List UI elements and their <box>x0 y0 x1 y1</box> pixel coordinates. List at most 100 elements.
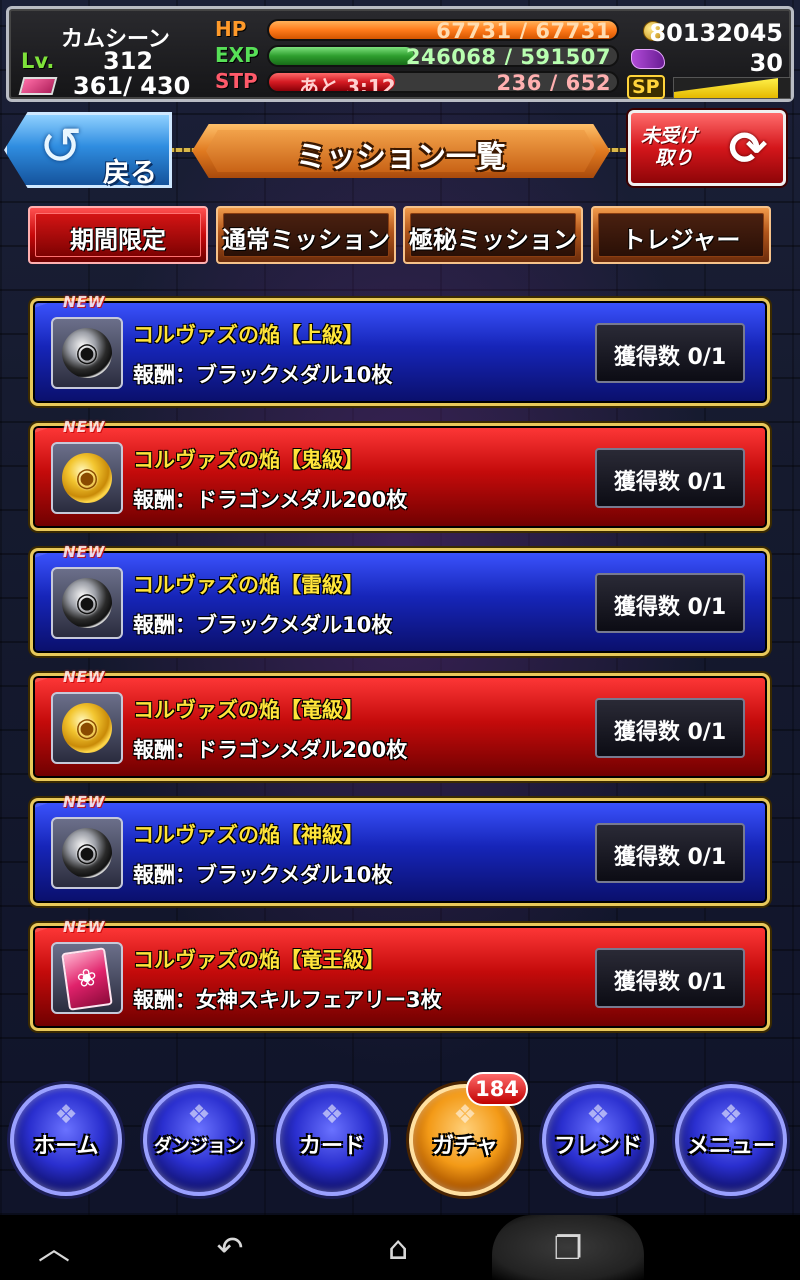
reward-icon-frame: ◉ <box>51 817 123 889</box>
tab-normal-label: 通常ミッション <box>222 226 390 254</box>
recent-apps-icon[interactable]: ❐ <box>538 1225 598 1271</box>
emblem-icon: ❖ <box>719 1100 743 1130</box>
hp-text: 67731 / 67731 <box>436 19 611 41</box>
mission-reward: 報酬：女神スキルフェアリー3枚 <box>133 988 442 1012</box>
dungeon-menu-button[interactable]: ❖ ダンジョン <box>143 1084 255 1196</box>
mission-count-box: 獲得数 0/1 <box>595 573 745 633</box>
new-badge: NEW <box>63 668 106 686</box>
android-navigation-bar: ︿ ↶ ⌂ ❐ <box>0 1215 800 1280</box>
mission-count-box: 獲得数 0/1 <box>595 448 745 508</box>
reward-icon-frame: ◉ <box>51 442 123 514</box>
mission-tabs: 期間限定 通常ミッション 極秘ミッション トレジャー <box>28 206 774 264</box>
card-menu-button[interactable]: ❖ カード <box>276 1084 388 1196</box>
player-status-panel: カムシーン Lv. 312 361/ 430 HP 67731 / 67731 … <box>6 6 794 102</box>
receive-all-label: 未受け 取り <box>641 125 717 169</box>
tab-limited[interactable]: 期間限定 <box>28 206 208 264</box>
reward-icon-frame: ◉ <box>51 692 123 764</box>
emblem-icon: ❖ <box>54 1100 78 1130</box>
level-label: Lv. <box>21 49 55 73</box>
sp-bar <box>673 77 791 99</box>
black-medal-icon: ◉ <box>62 328 112 378</box>
tab-treasure[interactable]: トレジャー <box>591 206 771 264</box>
reward-icon-frame: ❀ <box>51 942 123 1014</box>
new-badge: NEW <box>63 543 106 561</box>
coin-count: 80132045 <box>649 19 783 47</box>
receive-all-label-line2: 取り <box>655 147 694 169</box>
tab-secret-label: 極秘ミッション <box>409 226 577 254</box>
mission-count: 獲得数 0/1 <box>613 720 727 745</box>
ship-count: 30 <box>749 49 783 77</box>
back-button[interactable]: ↺ 戻る <box>4 112 172 188</box>
mission-item[interactable]: NEW ◉ コルヴァズの焔【雷級】 報酬：ブラックメダル10枚 獲得数 0/1 <box>30 543 770 656</box>
mission-count-box: 獲得数 0/1 <box>595 823 745 883</box>
receive-all-button[interactable]: 未受け 取り ⟳ <box>628 110 786 186</box>
tab-treasure-label: トレジャー <box>621 226 741 254</box>
mission-item[interactable]: NEW ◉ コルヴァズの焔【鬼級】 報酬：ドラゴンメダル200枚 獲得数 0/1 <box>30 418 770 531</box>
mission-count: 獲得数 0/1 <box>613 595 727 620</box>
emblem-icon: ❖ <box>187 1100 211 1130</box>
mission-reward: 報酬：ブラックメダル10枚 <box>133 613 393 637</box>
new-badge: NEW <box>63 418 106 436</box>
mission-reward: 報酬：ブラックメダル10枚 <box>133 363 393 387</box>
gacha-menu-label: ガチャ <box>432 1134 498 1159</box>
friend-menu-button[interactable]: ❖ フレンド <box>542 1084 654 1196</box>
level-value: 312 <box>103 47 154 75</box>
page-title: ミッション一覧 <box>296 140 506 175</box>
new-badge: NEW <box>63 793 106 811</box>
mission-title: コルヴァズの焔【竜級】 <box>133 698 364 722</box>
exp-bar: 246068 / 591507 <box>267 45 619 67</box>
gacha-count-badge: 184 <box>466 1072 528 1106</box>
mission-count-box: 獲得数 0/1 <box>595 698 745 758</box>
sp-bar-fill <box>674 78 779 98</box>
exp-text: 246068 / 591507 <box>405 45 611 67</box>
stp-timer: あと 3:12 <box>299 75 396 93</box>
mission-item[interactable]: NEW ◉ コルヴァズの焔【上級】 報酬：ブラックメダル10枚 獲得数 0/1 <box>30 293 770 406</box>
stone-count: 361/ 430 <box>73 72 191 100</box>
home-menu-button[interactable]: ❖ ホーム <box>10 1084 122 1196</box>
tab-limited-label: 期間限定 <box>70 226 166 254</box>
back-icon[interactable]: ↶ <box>200 1225 260 1271</box>
hp-label: HP <box>215 17 247 41</box>
black-medal-icon: ◉ <box>62 828 112 878</box>
new-badge: NEW <box>63 293 106 311</box>
mission-reward: 報酬：ブラックメダル10枚 <box>133 863 393 887</box>
home-icon[interactable]: ⌂ <box>368 1225 428 1271</box>
emblem-icon: ❖ <box>320 1100 344 1130</box>
black-medal-icon: ◉ <box>62 578 112 628</box>
bottom-menu: 184 ❖ ホーム ❖ ダンジョン ❖ カード ❖ ガチャ ❖ フレンド ❖ メ… <box>0 1062 800 1212</box>
mission-count-box: 獲得数 0/1 <box>595 948 745 1008</box>
reward-icon-frame: ◉ <box>51 317 123 389</box>
fairy-card-icon: ❀ <box>61 947 113 1011</box>
reward-icon-frame: ◉ <box>51 567 123 639</box>
mission-count: 獲得数 0/1 <box>613 970 727 995</box>
exp-label: EXP <box>215 43 259 67</box>
mission-count: 獲得数 0/1 <box>613 345 727 370</box>
mission-count: 獲得数 0/1 <box>613 845 727 870</box>
refresh-icon: ⟳ <box>728 121 768 175</box>
mission-title: コルヴァズの焔【神級】 <box>133 823 364 847</box>
dungeon-menu-label: ダンジョン <box>154 1136 244 1157</box>
ship-icon <box>631 49 665 69</box>
dragon-medal-icon: ◉ <box>62 453 112 503</box>
back-button-label: 戻る <box>103 158 157 189</box>
mission-title: コルヴァズの焔【上級】 <box>133 323 364 347</box>
chevron-up-icon[interactable]: ︿ <box>24 1225 84 1271</box>
back-arrow-icon: ↺ <box>39 117 83 177</box>
tab-normal[interactable]: 通常ミッション <box>216 206 396 264</box>
stp-text: 236 / 652 <box>496 71 611 93</box>
new-badge: NEW <box>63 918 106 936</box>
exp-bar-fill <box>269 47 414 65</box>
mission-item[interactable]: NEW ❀ コルヴァズの焔【竜王級】 報酬：女神スキルフェアリー3枚 獲得数 0… <box>30 918 770 1031</box>
mission-count: 獲得数 0/1 <box>613 470 727 495</box>
dragon-medal-icon: ◉ <box>62 703 112 753</box>
tab-secret[interactable]: 極秘ミッション <box>403 206 583 264</box>
main-menu-button[interactable]: ❖ メニュー <box>675 1084 787 1196</box>
sp-label: SP <box>627 75 665 99</box>
mission-item[interactable]: NEW ◉ コルヴァズの焔【竜級】 報酬：ドラゴンメダル200枚 獲得数 0/1 <box>30 668 770 781</box>
mission-reward: 報酬：ドラゴンメダル200枚 <box>133 738 408 762</box>
mission-title: コルヴァズの焔【鬼級】 <box>133 448 364 472</box>
mission-reward: 報酬：ドラゴンメダル200枚 <box>133 488 408 512</box>
mission-item[interactable]: NEW ◉ コルヴァズの焔【神級】 報酬：ブラックメダル10枚 獲得数 0/1 <box>30 793 770 906</box>
title-plate: ミッション一覧 <box>192 124 610 178</box>
hp-bar: 67731 / 67731 <box>267 19 619 41</box>
